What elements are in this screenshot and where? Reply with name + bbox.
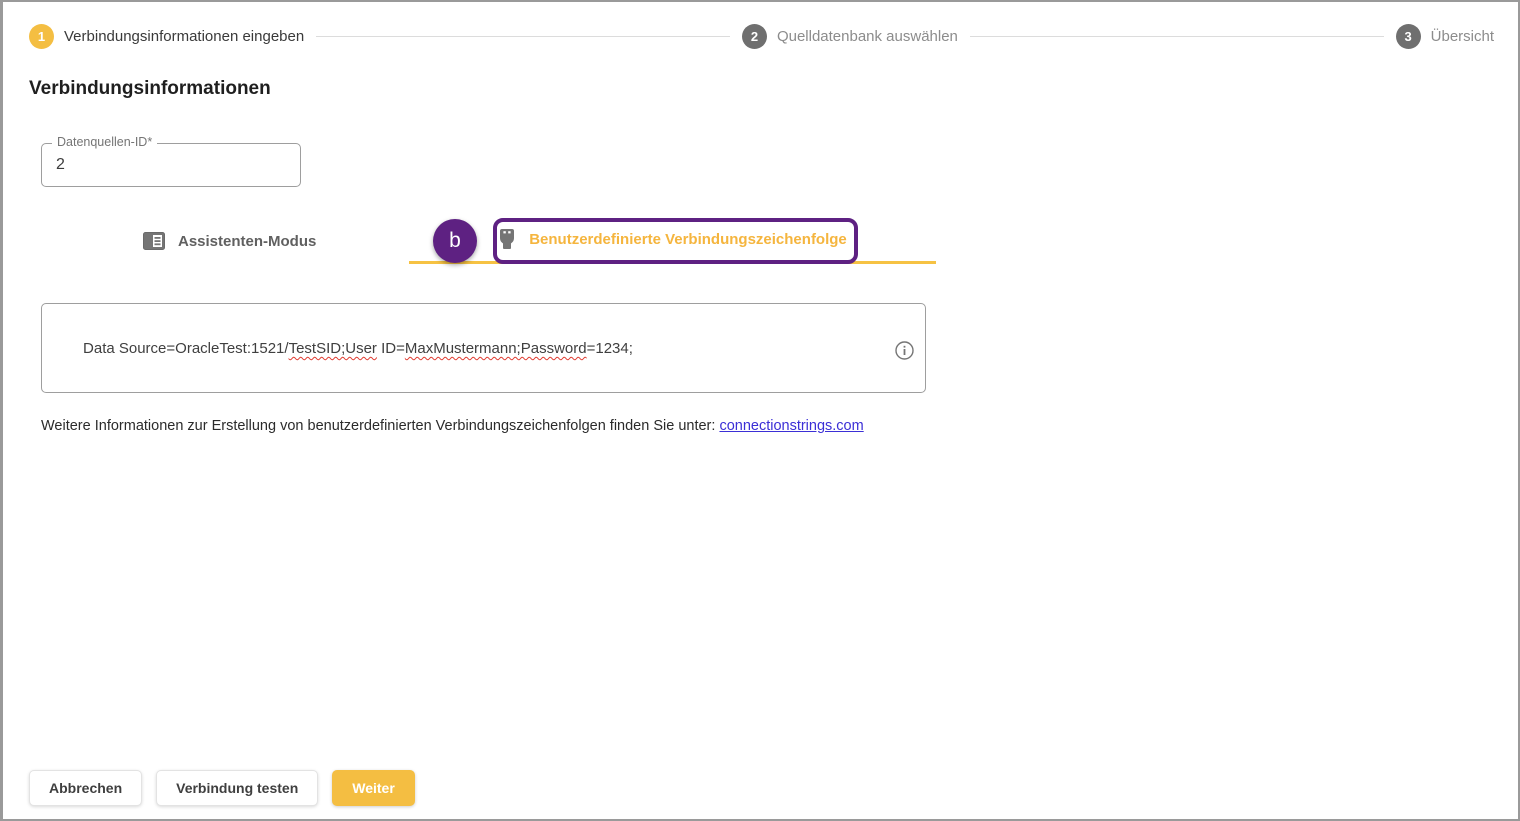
connection-string-box: Data Source=OracleTest:1521/TestSID;User…: [41, 303, 926, 393]
step-1-circle: 1: [29, 24, 54, 49]
stepper-step-1[interactable]: 1 Verbindungsinformationen eingeben: [29, 24, 304, 49]
annotation-letter-badge: b: [433, 219, 477, 263]
datasource-id-label: Datenquellen-ID*: [52, 135, 157, 149]
test-connection-button[interactable]: Verbindung testen: [156, 770, 318, 806]
datasource-id-input[interactable]: [42, 144, 300, 186]
step-2-label: Quelldatenbank auswählen: [777, 28, 958, 45]
stepper-step-3[interactable]: 3 Übersicht: [1396, 24, 1494, 49]
step-1-label: Verbindungsinformationen eingeben: [64, 28, 304, 45]
tab-assistant-mode[interactable]: Assistenten-Modus: [143, 228, 316, 254]
wizard-window: 1 Verbindungsinformationen eingeben 2 Qu…: [0, 0, 1520, 821]
active-tab-indicator: [409, 261, 936, 264]
connectionstrings-link[interactable]: connectionstrings.com: [719, 418, 863, 434]
step-3-label: Übersicht: [1431, 28, 1494, 45]
tab-custom-connection-string[interactable]: Benutzerdefinierte Verbindungszeichenfol…: [409, 217, 936, 261]
connection-string-input[interactable]: Data Source=OracleTest:1521/TestSID;User…: [58, 317, 877, 380]
help-text: Weitere Informationen zur Erstellung von…: [41, 418, 719, 434]
page-title: Verbindungsinformationen: [29, 78, 271, 100]
cancel-button[interactable]: Abbrechen: [29, 770, 142, 806]
wizard-stepper: 1 Verbindungsinformationen eingeben 2 Qu…: [29, 24, 1494, 49]
next-button[interactable]: Weiter: [332, 770, 415, 806]
connection-string-misspelled-segment: TestSID;User: [289, 340, 377, 357]
step-2-circle: 2: [742, 24, 767, 49]
step-3-circle: 3: [1396, 24, 1421, 49]
connection-string-segment: ID=: [377, 340, 405, 357]
wizard-list-icon: [143, 232, 165, 250]
plug-icon: [498, 228, 516, 250]
tab-custom-connection-string-label: Benutzerdefinierte Verbindungszeichenfol…: [529, 231, 847, 248]
stepper-connector: [970, 36, 1384, 37]
wizard-footer: Abbrechen Verbindung testen Weiter: [29, 770, 415, 806]
datasource-id-field: Datenquellen-ID*: [41, 143, 301, 187]
connection-string-misspelled-segment: MaxMustermann;Password: [405, 340, 587, 357]
stepper-step-2[interactable]: 2 Quelldatenbank auswählen: [742, 24, 958, 49]
info-icon[interactable]: [895, 341, 914, 360]
stepper-connector: [316, 36, 730, 37]
connection-string-segment: Data Source=OracleTest:1521/: [83, 340, 289, 357]
connection-string-segment: =1234;: [587, 340, 633, 357]
connection-string-help-text: Weitere Informationen zur Erstellung von…: [41, 418, 864, 434]
tab-assistant-mode-label: Assistenten-Modus: [178, 233, 316, 250]
